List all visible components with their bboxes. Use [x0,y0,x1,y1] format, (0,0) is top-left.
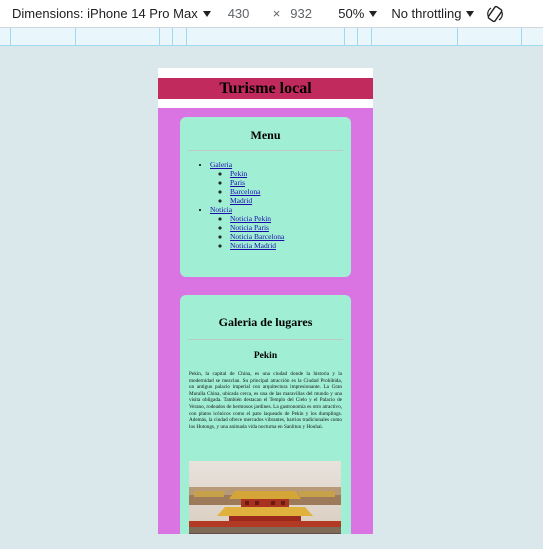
device-viewport: Turisme local Menu Galeria Pekin Paris B… [158,68,373,534]
chevron-down-icon [202,10,211,17]
nav-link-madrid[interactable]: Madrid [230,196,252,205]
chevron-down-icon [466,10,475,17]
nav-link-barcelona[interactable]: Barcelona [230,187,260,196]
divider [188,150,343,151]
gallery-card: Galeria de lugares Pekin Pekín, la capit… [180,295,351,534]
forbidden-city-photo [189,461,341,534]
menu-card: Menu Galeria Pekin Paris Barcelona Madri… [180,117,351,277]
nav-link-noticia[interactable]: Noticia [210,205,232,214]
menu-title: Menu [250,128,281,142]
zoom-select[interactable]: 50% [338,6,378,21]
nav-link-noticia-pekin[interactable]: Noticia Pekin [230,214,271,223]
media-query-ruler[interactable] [0,28,543,46]
page-header: Turisme local [158,78,373,99]
nav-link-paris[interactable]: Paris [230,178,245,187]
divider [188,339,343,340]
device-select-label: Dimensions: iPhone 14 Pro Max [12,6,198,21]
gallery-title: Galeria de lugares [218,315,313,329]
nav-item-noticia: Noticia Noticia Pekin Noticia Paris Noti… [210,205,351,250]
place-description: Pekín, la capital de China, es una ciuda… [189,371,342,430]
nav-item-galeria: Galeria Pekin Paris Barcelona Madrid [210,160,351,205]
main-content: Menu Galeria Pekin Paris Barcelona Madri… [158,108,373,534]
place-title: Pekin [253,351,278,361]
nav-link-noticia-madrid[interactable]: Noticia Madrid [230,241,276,250]
times-sign: × [272,6,281,21]
width-value: 430 [227,6,250,21]
rotate-button[interactable] [486,5,504,23]
page-title: Turisme local [219,80,312,97]
height-value: 932 [290,6,312,21]
chevron-down-icon [369,10,378,17]
height-input[interactable]: 932 [290,6,330,21]
rotate-icon [487,5,504,22]
nav-link-noticia-barcelona[interactable]: Noticia Barcelona [230,232,284,241]
nav-list: Galeria Pekin Paris Barcelona Madrid Not… [190,160,351,250]
nav-link-pekin[interactable]: Pekin [230,169,247,178]
zoom-label: 50% [338,6,365,21]
device-select[interactable]: Dimensions: iPhone 14 Pro Max [12,6,211,21]
nav-link-noticia-paris[interactable]: Noticia Paris [230,223,269,232]
width-input[interactable]: 430 [228,6,260,21]
throttling-select[interactable]: No throttling [391,6,475,21]
devtools-device-toolbar: Dimensions: iPhone 14 Pro Max 430 × 932 … [0,0,543,28]
nav-link-galeria[interactable]: Galeria [210,160,232,169]
throttling-label: No throttling [391,6,462,21]
